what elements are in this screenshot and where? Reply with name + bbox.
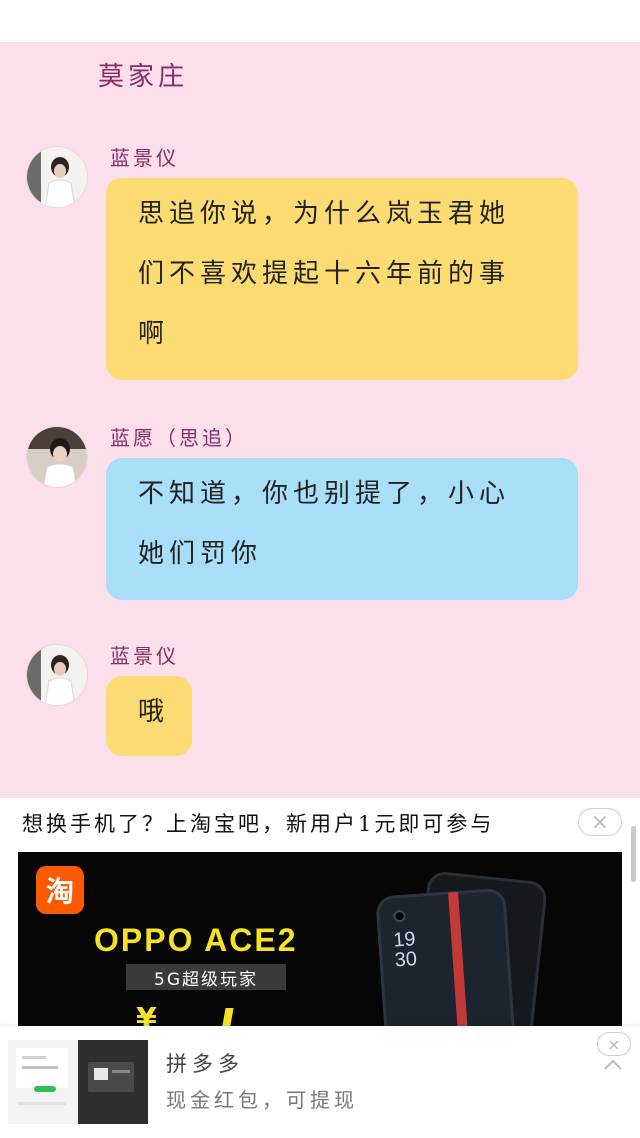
sender-name: 蓝景仪 (110, 146, 179, 170)
thumbnail-line (22, 1066, 58, 1069)
ad-app-name[interactable]: 拼多多 (166, 1048, 244, 1078)
chat-area: 莫家庄 蓝景仪 思追你说，为什么岚玉君她 们不喜欢提起十六年前的事 啊 蓝愿（思… (0, 42, 640, 798)
avatar[interactable] (26, 426, 88, 488)
scrollbar-thumb[interactable] (631, 826, 636, 882)
message-line: 哦 (138, 697, 170, 727)
bottom-ad-close-button[interactable]: × (597, 1032, 631, 1056)
ad-thumbnail (8, 1040, 78, 1124)
message-line: 她们罚你 (138, 539, 263, 569)
message-line: 思追你说，为什么岚玉君她 (138, 199, 511, 229)
ad-headline[interactable]: 想换手机了？上淘宝吧，新用户1元即可参与 (22, 808, 494, 838)
phone-clock-minute: 30 (393, 948, 418, 972)
chat-title: 莫家庄 (98, 62, 189, 92)
sender-name: 蓝愿（思追） (110, 426, 248, 450)
close-icon: × (590, 809, 610, 835)
phone-image: 19 30 (375, 887, 519, 1038)
thumbnail-button (34, 1086, 56, 1092)
message-bubble: 不知道，你也别提了，小心 她们罚你 (106, 458, 578, 600)
pinduoduo-ad[interactable]: 拼多多 现金红包，可提现 × (0, 1026, 640, 1138)
message-bubble: 哦 (106, 676, 192, 756)
message-line: 不知道，你也别提了，小心 (138, 479, 511, 509)
thumbnail-line (18, 1102, 66, 1105)
message-bubble: 思追你说，为什么岚玉君她 们不喜欢提起十六年前的事 啊 (106, 178, 578, 380)
phone-clock: 19 30 (393, 928, 418, 972)
thumbnail-line (22, 1056, 46, 1059)
avatar-portrait-icon (27, 645, 87, 705)
ad-close-button[interactable]: × (578, 808, 622, 836)
avatar[interactable] (26, 644, 88, 706)
thumbnail-line (94, 1068, 108, 1080)
close-icon: × (607, 1034, 621, 1054)
message-line: 啊 (138, 319, 170, 349)
taobao-ad-banner[interactable]: 想换手机了？上淘宝吧，新用户1元即可参与 × 淘 OPPO ACE2 5G超级玩… (0, 798, 640, 1038)
avatar[interactable] (26, 146, 88, 208)
avatar-portrait-icon (27, 147, 87, 207)
ad-description[interactable]: 现金红包，可提现 (166, 1084, 358, 1113)
taobao-logo: 淘 (36, 866, 84, 914)
ad-image[interactable]: 淘 OPPO ACE2 5G超级玩家 ¥ 19 30 (18, 852, 622, 1038)
chevron-up-icon[interactable] (601, 1056, 625, 1074)
ad-thumbnail (78, 1040, 148, 1124)
camera-icon (393, 909, 406, 923)
thumbnail-line (112, 1070, 130, 1073)
avatar-portrait-icon (27, 427, 87, 487)
product-title: OPPO ACE2 (94, 922, 298, 958)
sender-name: 蓝景仪 (110, 644, 179, 668)
message-line: 们不喜欢提起十六年前的事 (138, 259, 511, 289)
product-subtitle: 5G超级玩家 (126, 964, 286, 990)
